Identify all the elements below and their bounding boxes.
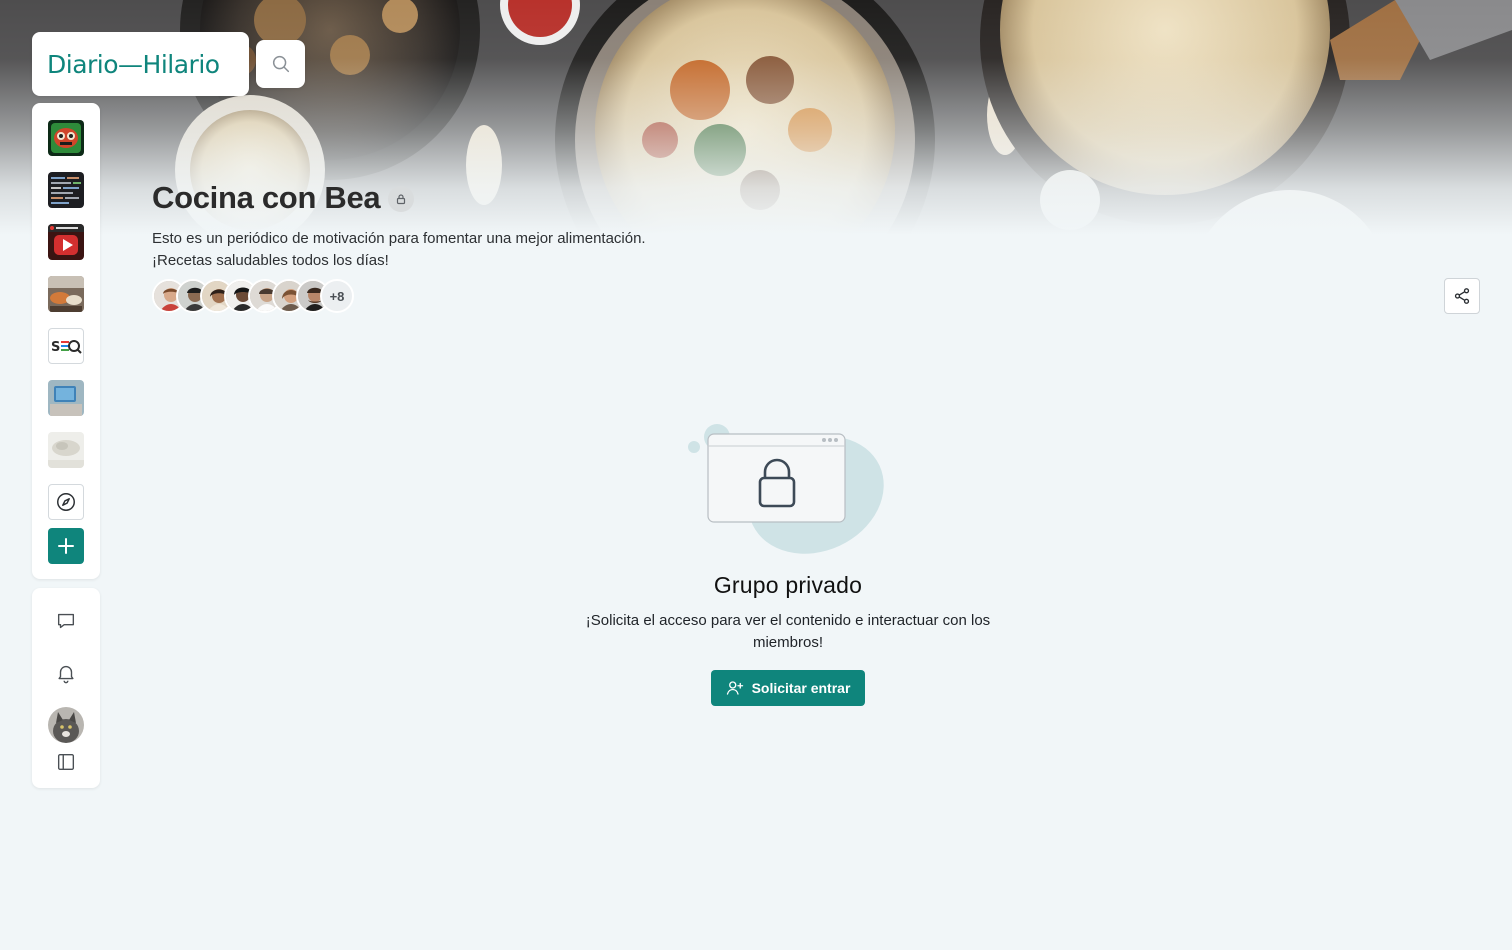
private-group-message: ¡Solicita el acceso para ver el contenid… xyxy=(585,612,991,651)
svg-text:S: S xyxy=(51,340,60,355)
search-button[interactable] xyxy=(256,40,305,88)
youtube-thumbnail xyxy=(48,224,84,260)
sidebar-icon xyxy=(57,753,75,771)
group-header: Cocina con Bea xyxy=(152,180,415,216)
avatar xyxy=(48,707,84,743)
compass-icon xyxy=(57,493,75,511)
community-item[interactable] xyxy=(48,120,84,156)
sidebar-toggle-button[interactable] xyxy=(48,744,84,780)
request-join-label: Solicitar entrar xyxy=(751,680,851,696)
plus-icon xyxy=(58,538,74,554)
community-7-thumbnail xyxy=(48,432,84,468)
user-rail xyxy=(32,588,100,788)
private-badge xyxy=(388,186,415,212)
community-1-thumbnail xyxy=(48,120,84,156)
community-6-thumbnail xyxy=(48,380,84,416)
page: Diario—Hilario S Cocina con Bea Esto es … xyxy=(0,0,1512,950)
group-description: Esto es un periódico de motivación para … xyxy=(152,228,712,272)
chat-icon xyxy=(57,613,75,629)
bell-icon xyxy=(58,665,74,684)
description-line: Esto es un periódico de motivación para … xyxy=(152,230,646,247)
community-item[interactable] xyxy=(48,276,84,312)
share-button[interactable] xyxy=(1444,278,1480,314)
explore-button[interactable] xyxy=(48,484,84,520)
user-avatar[interactable] xyxy=(48,707,84,743)
lock-icon xyxy=(397,194,406,205)
community-4-thumbnail xyxy=(48,276,84,312)
community-seo[interactable]: S xyxy=(48,328,84,364)
share-icon xyxy=(1454,288,1470,304)
members-more-count[interactable]: +8 xyxy=(320,279,354,313)
members-list[interactable]: +8 xyxy=(152,279,354,313)
private-lock-illustration xyxy=(688,424,884,554)
seo-thumbnail: S xyxy=(51,340,82,355)
add-user-icon xyxy=(726,681,743,695)
brand-name: Diario—Hilario xyxy=(47,49,220,79)
group-title: Cocina con Bea xyxy=(152,180,381,215)
community-youtube[interactable] xyxy=(48,224,84,260)
request-join-button[interactable]: Solicitar entrar xyxy=(711,670,865,706)
private-group-title: Grupo privado xyxy=(713,572,863,598)
community-2-thumbnail xyxy=(48,172,84,208)
community-item[interactable] xyxy=(48,432,84,468)
community-item[interactable] xyxy=(48,172,84,208)
communities-rail: S xyxy=(32,103,100,579)
brand-logo[interactable]: Diario—Hilario xyxy=(32,32,249,96)
search-icon xyxy=(272,55,289,73)
add-community-button[interactable] xyxy=(48,528,84,564)
messages-button[interactable] xyxy=(48,603,84,639)
notifications-button[interactable] xyxy=(48,655,84,691)
community-item[interactable] xyxy=(48,380,84,416)
description-line: ¡Recetas saludables todos los días! xyxy=(152,252,389,269)
